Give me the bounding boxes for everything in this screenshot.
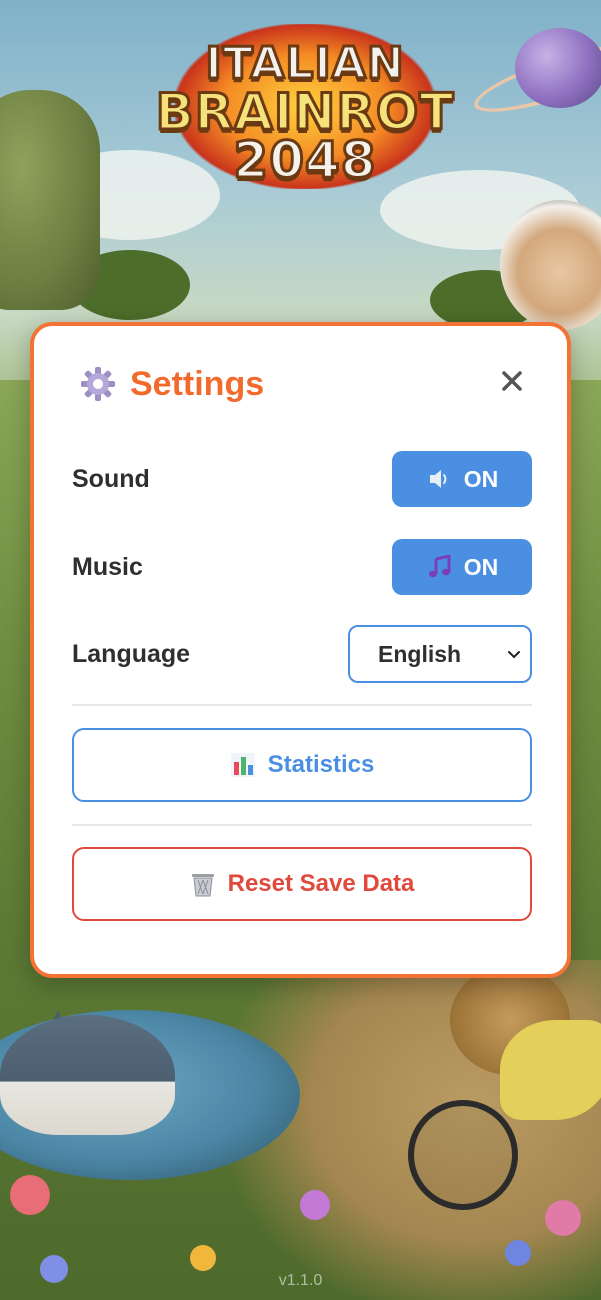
sound-state: ON [463,465,499,492]
flower [300,1190,330,1220]
reset-label: Reset Save Data [227,870,415,897]
planet [515,28,601,108]
reset-save-data-button[interactable]: Reset Save Data [72,847,532,921]
music-state: ON [463,553,499,580]
chevron-down-icon [508,651,520,659]
sound-row: Sound ON [72,450,532,508]
flower [545,1200,581,1236]
music-label: Music [72,552,143,581]
logo-line-3: 2048 [232,130,377,191]
elephant-character [0,90,100,310]
banana-character [500,1020,601,1120]
music-note-icon [426,554,454,580]
version-label: v1.1.0 [278,1272,323,1289]
shark-character [0,1015,175,1135]
game-logo: ITALIAN BRAINROT 2048 [154,14,455,194]
divider [72,824,532,826]
flower [505,1240,531,1266]
bar-chart-icon [230,752,256,778]
settings-panel: Settings Sound ON Music ON Language Engl… [30,322,571,978]
sound-label: Sound [72,464,150,493]
settings-header: Settings [78,364,264,404]
language-label: Language [72,639,191,668]
language-select[interactable]: English [348,625,532,683]
close-button[interactable] [497,366,527,396]
speaker-icon [426,466,454,492]
sound-toggle-button[interactable]: ON [392,451,532,507]
flower [190,1245,216,1271]
language-row: Language English [72,625,532,683]
statistics-label: Statistics [267,751,375,778]
flower [10,1175,50,1215]
close-icon [502,371,522,391]
gear-icon [78,364,118,404]
music-row: Music ON [72,538,532,596]
settings-title: Settings [130,364,265,403]
language-selected-value: English [378,640,462,667]
music-toggle-button[interactable]: ON [392,539,532,595]
bicycle-wheel [408,1100,518,1210]
trash-icon [190,871,216,897]
statistics-button[interactable]: Statistics [72,728,532,802]
logo-line-1: ITALIAN [204,37,405,91]
divider [72,704,532,706]
